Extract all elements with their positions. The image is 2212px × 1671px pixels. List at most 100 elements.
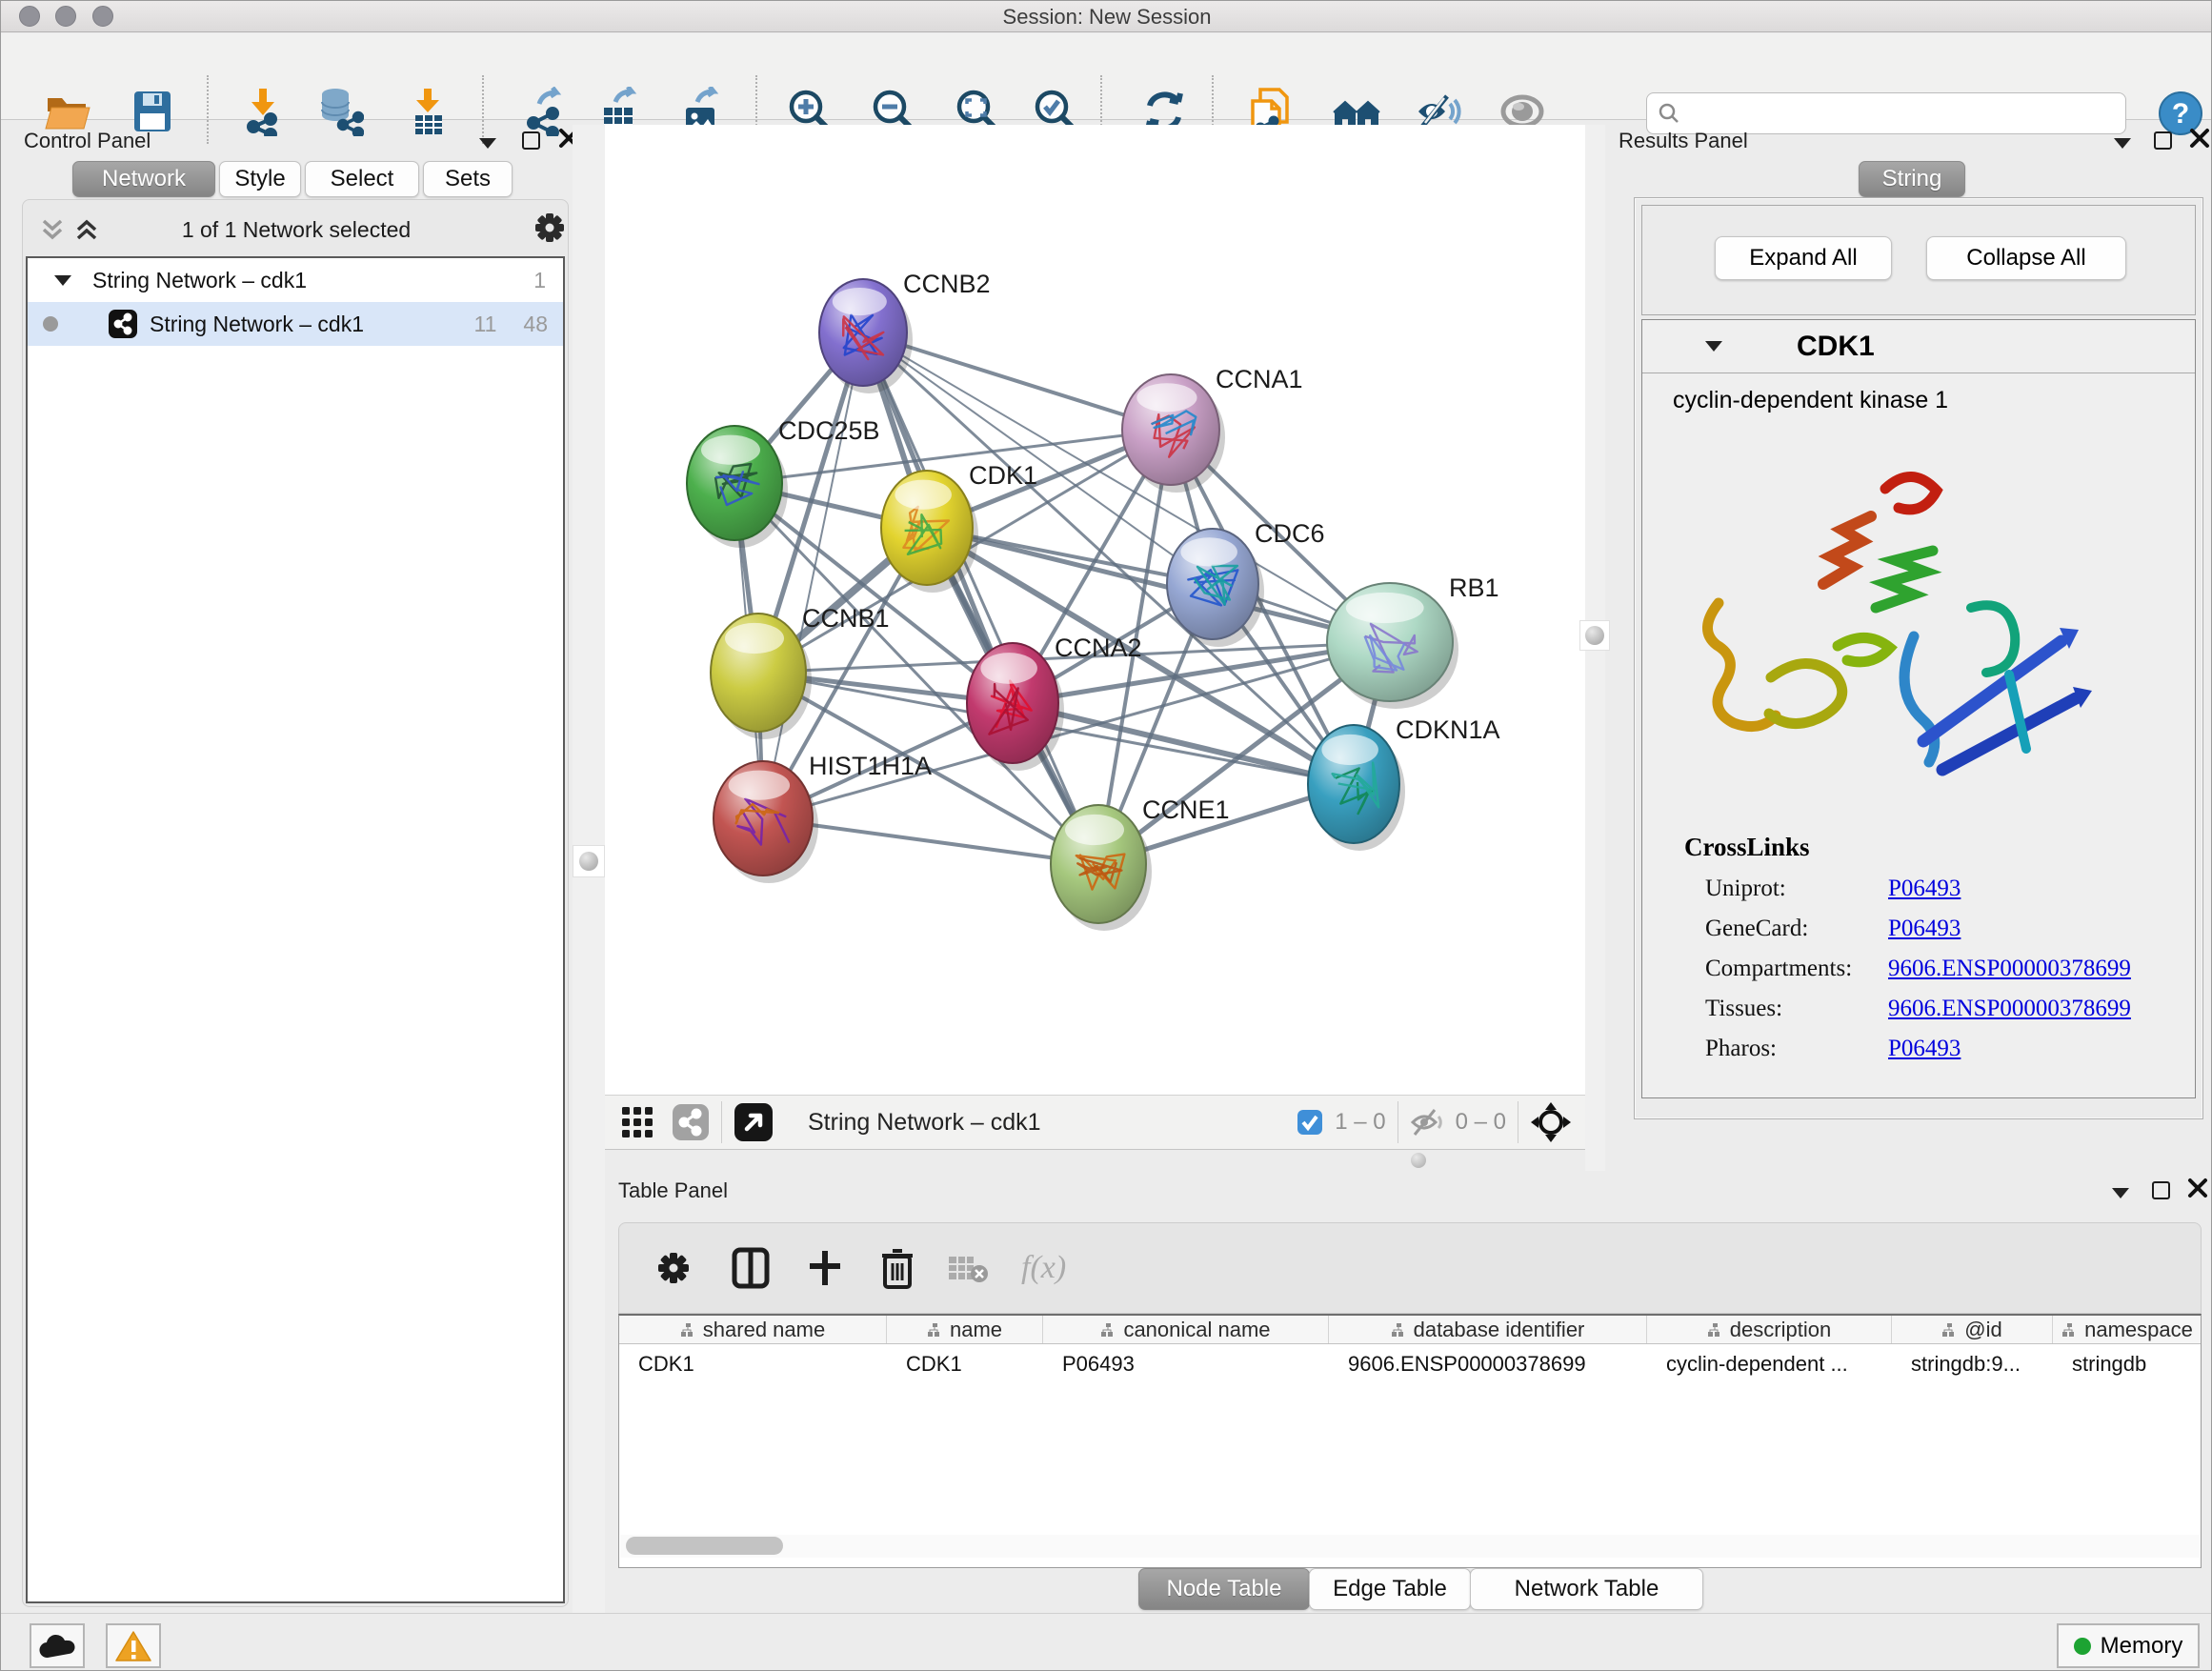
column-header-description[interactable]: description <box>1647 1316 1892 1343</box>
network-node-CDK1[interactable]: CDK1 <box>881 461 1037 593</box>
warning-icon <box>115 1630 151 1662</box>
crosslink-link[interactable]: P06493 <box>1888 876 1961 902</box>
results-panel-menu-caret[interactable] <box>2114 136 2131 153</box>
table-cell[interactable]: CDK1 <box>619 1352 887 1377</box>
table-cell[interactable]: stringdb <box>2053 1352 2202 1377</box>
tab-sets[interactable]: Sets <box>423 161 513 197</box>
expand-all-button[interactable]: Expand All <box>1715 236 1892 280</box>
hidden-eye-icon[interactable] <box>1410 1108 1446 1137</box>
protein-card-header[interactable]: CDK1 <box>1642 320 2195 373</box>
table-cell[interactable]: CDK1 <box>887 1352 1043 1377</box>
table-cell[interactable]: cyclin-dependent ... <box>1647 1352 1892 1377</box>
node-label: CCNB1 <box>802 604 890 633</box>
network-node-CDC25B[interactable]: CDC25B <box>687 416 880 548</box>
protein-structure-image <box>1680 422 2128 822</box>
search-input[interactable] <box>1681 100 2101 127</box>
column-header-shared-name[interactable]: shared name <box>619 1316 887 1343</box>
table-hscrollbar[interactable] <box>620 1535 2200 1558</box>
node-label: RB1 <box>1449 574 1499 602</box>
control-panel-menu-caret[interactable] <box>479 136 496 153</box>
cloud-button[interactable] <box>30 1623 85 1668</box>
crosslink-label: Tissues: <box>1705 996 1888 1022</box>
tab-network-table[interactable]: Network Table <box>1470 1568 1703 1610</box>
tab-node-table[interactable]: Node Table <box>1138 1568 1310 1610</box>
network-node-CCNA1[interactable]: CCNA1 <box>1122 365 1303 493</box>
network-node-CDKN1A[interactable]: CDKN1A <box>1308 715 1500 851</box>
collection-expand-caret[interactable] <box>54 275 71 286</box>
column-type-icon <box>927 1322 942 1338</box>
node-label: CDC25B <box>778 416 880 445</box>
detach-view-icon[interactable] <box>734 1102 774 1142</box>
network-node-CCNE1[interactable]: CCNE1 <box>1051 795 1230 931</box>
results-panel-float-button[interactable] <box>2154 131 2172 154</box>
node-count: 11 <box>474 312 497 337</box>
string-network-icon <box>108 309 138 339</box>
right-splitter[interactable] <box>1585 125 1605 1171</box>
protein-description: cyclin-dependent kinase 1 <box>1673 387 2195 414</box>
network-node-RB1[interactable]: RB1 <box>1327 574 1499 709</box>
window-title: Session: New Session <box>1 5 2212 30</box>
tab-select[interactable]: Select <box>305 161 419 197</box>
results-panel-close-button[interactable] <box>2188 127 2211 154</box>
network-node-CCNB2[interactable]: CCNB2 <box>819 270 991 393</box>
memory-label: Memory <box>2101 1633 2183 1660</box>
network-options-gear-icon[interactable] <box>530 208 570 252</box>
right-splitter-toggle[interactable] <box>1579 620 1610 651</box>
table-hscrollbar-thumb[interactable] <box>626 1537 783 1555</box>
tab-network[interactable]: Network <box>72 161 215 197</box>
horizontal-splitter[interactable] <box>605 1150 1585 1171</box>
tab-style[interactable]: Style <box>219 161 301 197</box>
protein-detail-card: CDK1 cyclin-dependent kinase 1 CrossLink… <box>1641 319 2196 1098</box>
table-cell[interactable]: stringdb:9... <box>1892 1352 2053 1377</box>
column-header-database-identifier[interactable]: database identifier <box>1329 1316 1647 1343</box>
delete-table-icon-disabled <box>947 1251 989 1285</box>
collapse-all-button[interactable]: Collapse All <box>1926 236 2126 280</box>
crosslink-row: Pharos:P06493 <box>1705 1036 2195 1062</box>
results-panel-title: Results Panel <box>1619 129 1748 153</box>
function-builder-button-disabled: f(x) <box>1021 1250 1066 1286</box>
crosslink-link[interactable]: P06493 <box>1888 916 1961 942</box>
network-node-HIST1H1A[interactable]: HIST1H1A <box>714 752 932 883</box>
network-edge[interactable] <box>863 332 1098 864</box>
memory-button[interactable]: Memory <box>2057 1623 2200 1668</box>
table-panel-close-button[interactable] <box>2186 1177 2209 1204</box>
network-collection-row[interactable]: String Network – cdk1 1 <box>28 258 563 302</box>
crosslink-row: Compartments:9606.ENSP00000378699 <box>1705 956 2195 982</box>
network-canvas[interactable]: CCNB2CCNA1CDC25BCDK1CDC6RB1CCNB1CCNA2CDK… <box>605 125 1585 1095</box>
add-column-icon[interactable] <box>806 1249 844 1287</box>
control-panel-float-button[interactable] <box>522 131 540 154</box>
column-header-@id[interactable]: @id <box>1892 1316 2053 1343</box>
horizontal-splitter-handle[interactable] <box>1411 1153 1426 1168</box>
crosslink-link[interactable]: 9606.ENSP00000378699 <box>1888 956 2131 982</box>
network-node-CDC6[interactable]: CDC6 <box>1167 519 1325 647</box>
protein-card-caret[interactable] <box>1705 341 1722 352</box>
cloud-icon <box>38 1633 76 1660</box>
column-header-namespace[interactable]: namespace <box>2053 1316 2202 1343</box>
crosslink-link[interactable]: P06493 <box>1888 1036 1961 1062</box>
column-header-canonical-name[interactable]: canonical name <box>1043 1316 1329 1343</box>
search-icon <box>1657 101 1681 126</box>
crosslink-link[interactable]: 9606.ENSP00000378699 <box>1888 996 2131 1022</box>
table-row[interactable]: CDK1CDK1P064939606.ENSP00000378699cyclin… <box>619 1344 2201 1384</box>
grid-view-icon[interactable] <box>620 1105 654 1139</box>
left-splitter[interactable] <box>573 125 605 1613</box>
table-panel-float-button[interactable] <box>2152 1181 2170 1204</box>
node-label: HIST1H1A <box>809 752 932 780</box>
table-gear-icon[interactable] <box>654 1248 694 1288</box>
tab-string[interactable]: String <box>1859 161 1965 197</box>
tab-edge-table[interactable]: Edge Table <box>1309 1568 1471 1610</box>
share-view-icon[interactable] <box>672 1103 710 1141</box>
selected-checkbox-icon[interactable] <box>1297 1109 1323 1136</box>
table-cell[interactable]: 9606.ENSP00000378699 <box>1329 1352 1647 1377</box>
network-row[interactable]: String Network – cdk1 11 48 <box>28 302 563 346</box>
birdseye-navigator-icon[interactable] <box>1530 1101 1572 1143</box>
network-node-CCNB1[interactable]: CCNB1 <box>711 604 890 739</box>
column-header-name[interactable]: name <box>887 1316 1043 1343</box>
warnings-button[interactable] <box>106 1623 161 1668</box>
table-cell[interactable]: P06493 <box>1043 1352 1329 1377</box>
select-columns-icon[interactable] <box>732 1247 770 1289</box>
left-splitter-toggle[interactable] <box>573 845 605 877</box>
table-panel-menu-caret[interactable] <box>2112 1186 2129 1203</box>
delete-column-icon[interactable] <box>880 1247 915 1289</box>
network-edge[interactable] <box>763 332 863 818</box>
